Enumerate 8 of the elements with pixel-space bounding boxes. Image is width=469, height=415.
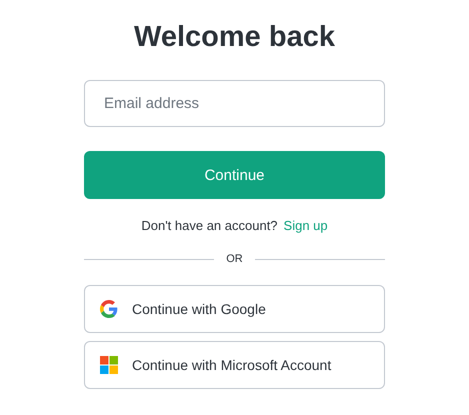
email-field[interactable]: Email address: [84, 80, 385, 127]
page-title: Welcome back: [133, 20, 336, 55]
four-squares-icon: [100, 356, 118, 374]
divider-label: OR: [226, 253, 243, 265]
provider-button[interactable]: Continue with Google: [84, 285, 385, 333]
google-g-icon: [100, 300, 118, 318]
signup-prompt: Don't have an account?: [141, 217, 278, 235]
provider-button[interactable]: Continue with Microsoft Account: [84, 341, 385, 389]
